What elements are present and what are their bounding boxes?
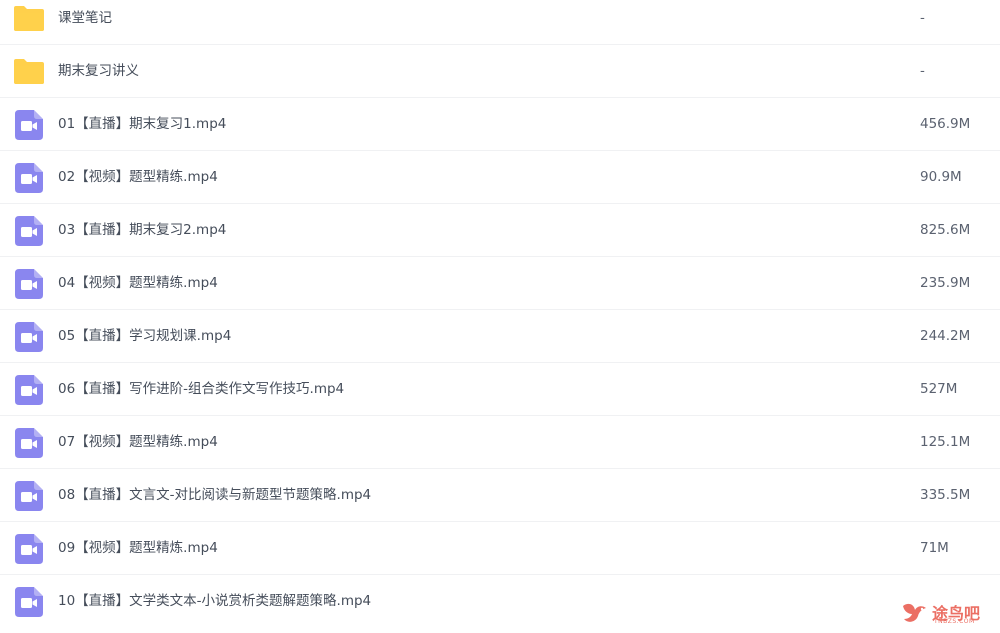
file-size: 244.2M	[920, 328, 971, 344]
watermark-logo: 途鸟吧 TNBZS.COM	[900, 599, 992, 627]
file-size: 527M	[920, 381, 958, 397]
video-file-icon	[15, 428, 43, 458]
file-row[interactable]: 课堂笔记 -	[0, 0, 1000, 45]
file-size: 335.5M	[920, 487, 971, 503]
file-row[interactable]: 08【直播】文言文-对比阅读与新题型节题策略.mp4 335.5M	[0, 469, 1000, 522]
file-size: 71M	[920, 540, 949, 556]
file-size: 125.1M	[920, 434, 971, 450]
file-size: -	[920, 10, 925, 26]
video-file-icon	[15, 322, 43, 352]
watermark-subtext: TNBZS.COM	[934, 618, 975, 625]
file-row[interactable]: 07【视频】题型精练.mp4 125.1M	[0, 416, 1000, 469]
file-row[interactable]: 期末复习讲义 -	[0, 45, 1000, 98]
file-name[interactable]: 期末复习讲义	[58, 45, 139, 98]
video-file-icon	[15, 216, 43, 246]
video-file-icon	[15, 587, 43, 617]
bird-icon	[903, 603, 926, 622]
file-size: -	[920, 63, 925, 79]
video-file-icon	[15, 110, 43, 140]
file-row[interactable]: 10【直播】文学类文本-小说赏析类题解题策略.mp4	[0, 575, 1000, 628]
file-name[interactable]: 01【直播】期末复习1.mp4	[58, 98, 226, 151]
file-size: 235.9M	[920, 275, 971, 291]
file-name[interactable]: 10【直播】文学类文本-小说赏析类题解题策略.mp4	[58, 575, 371, 628]
video-file-icon	[15, 163, 43, 193]
file-row[interactable]: 06【直播】写作进阶-组合类作文写作技巧.mp4 527M	[0, 363, 1000, 416]
file-size: 456.9M	[920, 116, 971, 132]
file-row[interactable]: 04【视频】题型精练.mp4 235.9M	[0, 257, 1000, 310]
video-file-icon	[15, 375, 43, 405]
file-row[interactable]: 09【视频】题型精炼.mp4 71M	[0, 522, 1000, 575]
file-list: 课堂笔记 - 期末复习讲义 - 01【直播】期末复习1.mp4 456.9M 0…	[0, 0, 1000, 628]
file-name[interactable]: 08【直播】文言文-对比阅读与新题型节题策略.mp4	[58, 469, 371, 522]
file-name[interactable]: 04【视频】题型精练.mp4	[58, 257, 218, 310]
file-name[interactable]: 03【直播】期末复习2.mp4	[58, 204, 226, 257]
folder-icon	[13, 4, 44, 32]
file-row[interactable]: 05【直播】学习规划课.mp4 244.2M	[0, 310, 1000, 363]
folder-icon	[13, 57, 44, 85]
file-name[interactable]: 06【直播】写作进阶-组合类作文写作技巧.mp4	[58, 363, 344, 416]
file-name[interactable]: 02【视频】题型精练.mp4	[58, 151, 218, 204]
file-row[interactable]: 03【直播】期末复习2.mp4 825.6M	[0, 204, 1000, 257]
video-file-icon	[15, 269, 43, 299]
video-file-icon	[15, 534, 43, 564]
file-size: 90.9M	[920, 169, 962, 185]
file-row[interactable]: 01【直播】期末复习1.mp4 456.9M	[0, 98, 1000, 151]
file-size: 825.6M	[920, 222, 971, 238]
file-name[interactable]: 课堂笔记	[58, 0, 112, 45]
file-name[interactable]: 09【视频】题型精炼.mp4	[58, 522, 218, 575]
file-name[interactable]: 05【直播】学习规划课.mp4	[58, 310, 231, 363]
file-row[interactable]: 02【视频】题型精练.mp4 90.9M	[0, 151, 1000, 204]
file-name[interactable]: 07【视频】题型精练.mp4	[58, 416, 218, 469]
video-file-icon	[15, 481, 43, 511]
